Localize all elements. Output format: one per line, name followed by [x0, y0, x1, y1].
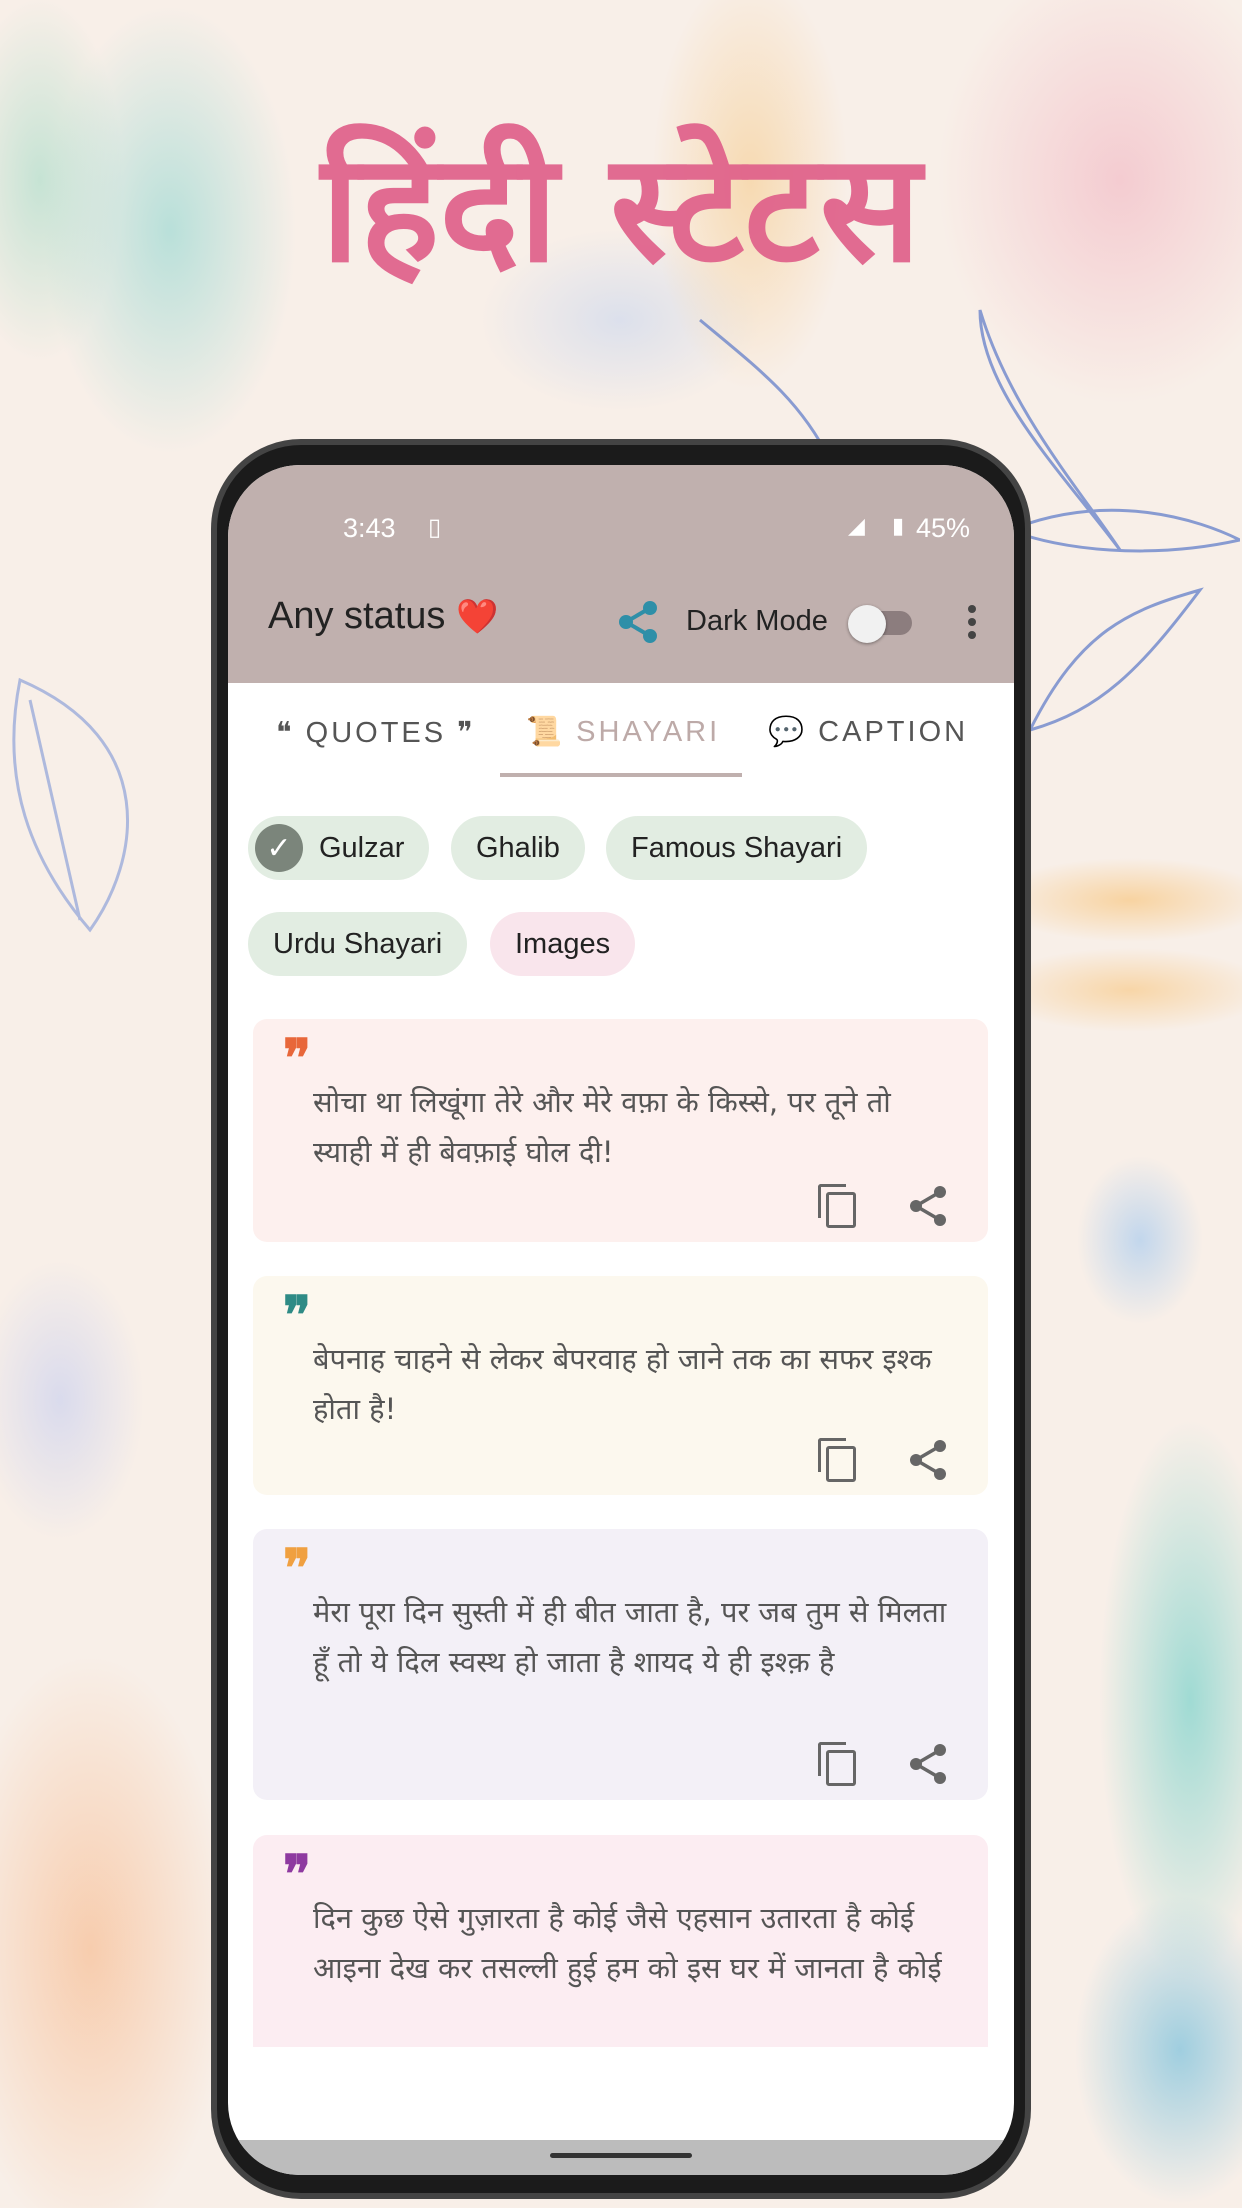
- check-icon: ✓: [255, 824, 303, 872]
- app-screen: 3:43 ▯ ◢ ▮ 45% Any status ❤️ Dark Mode ❝…: [228, 465, 1014, 2175]
- app-title-text: Any status: [268, 595, 446, 637]
- shayari-card: ❞ दिन कुछ ऐसे गुज़ारता है कोई जैसे एहसान…: [253, 1835, 988, 2047]
- app-bar: 3:43 ▯ ◢ ▮ 45% Any status ❤️ Dark Mode: [228, 465, 1014, 683]
- chip-label: Urdu Shayari: [273, 927, 443, 960]
- chip-label: Images: [515, 927, 611, 960]
- shayari-text: दिन कुछ ऐसे गुज़ारता है कोई जैसे एहसान उ…: [313, 1901, 942, 1985]
- shayari-card: ❞ सोचा था लिखूंगा तेरे और मेरे वफ़ा के क…: [253, 1019, 988, 1242]
- signal-icon: ◢: [848, 513, 865, 538]
- heart-icon: ❤️: [455, 598, 499, 636]
- status-time: 3:43: [343, 513, 396, 543]
- tab-shayari[interactable]: 📜 SHAYARI: [526, 715, 720, 749]
- shayari-text: मेरा पूरा दिन सुस्ती में ही बीत जाता है,…: [313, 1595, 947, 1679]
- share-icon[interactable]: [908, 1184, 948, 1228]
- tab-caption[interactable]: 💬 CAPTION: [768, 715, 968, 749]
- active-tab-indicator: [500, 773, 742, 777]
- leaf-decoration-icon: [12, 677, 129, 933]
- quote-icon: ❞: [283, 1538, 311, 1599]
- chip-images[interactable]: Images: [490, 912, 636, 976]
- dark-mode-label: Dark Mode: [686, 605, 828, 637]
- chip-urdu-shayari[interactable]: Urdu Shayari: [248, 912, 468, 976]
- copy-icon[interactable]: [818, 1438, 858, 1482]
- shayari-text: सोचा था लिखूंगा तेरे और मेरे वफ़ा के किस…: [313, 1085, 891, 1169]
- copy-icon[interactable]: [818, 1742, 858, 1786]
- chip-label: Gulzar: [319, 831, 405, 864]
- share-icon[interactable]: [908, 1742, 948, 1786]
- chip-label: Ghalib: [476, 831, 560, 864]
- copy-icon[interactable]: [818, 1184, 858, 1228]
- app-title: Any status ❤️: [268, 595, 498, 638]
- chip-famous-shayari[interactable]: Famous Shayari: [606, 816, 868, 880]
- battery-icon: ▮: [892, 513, 905, 538]
- chip-ghalib[interactable]: Ghalib: [451, 816, 585, 880]
- shayari-card: ❞ बेपनाह चाहने से लेकर बेपरवाह हो जाने त…: [253, 1276, 988, 1495]
- quote-icon: ❞: [283, 1285, 311, 1346]
- shayari-card: ❞ मेरा पूरा दिन सुस्ती में ही बीत जाता ह…: [253, 1529, 988, 1800]
- promo-title: हिंदी स्टेटस: [320, 122, 922, 296]
- home-gesture-handle[interactable]: [550, 2153, 692, 2158]
- battery-percent: 45%: [916, 513, 971, 543]
- shayari-text: बेपनाह चाहने से लेकर बेपरवाह हो जाने तक …: [313, 1342, 932, 1426]
- tab-quotes[interactable]: ❝ QUOTES ❞: [276, 715, 476, 750]
- quote-icon: ❞: [283, 1844, 311, 1905]
- share-app-icon[interactable]: [618, 600, 658, 644]
- share-icon[interactable]: [908, 1438, 948, 1482]
- more-options-icon[interactable]: [968, 605, 976, 644]
- chip-gulzar[interactable]: ✓ Gulzar: [248, 816, 430, 880]
- chip-label: Famous Shayari: [631, 831, 843, 864]
- dark-mode-toggle[interactable]: [848, 605, 912, 643]
- notification-icon: ▯: [428, 514, 442, 541]
- quote-icon: ❞: [283, 1028, 311, 1089]
